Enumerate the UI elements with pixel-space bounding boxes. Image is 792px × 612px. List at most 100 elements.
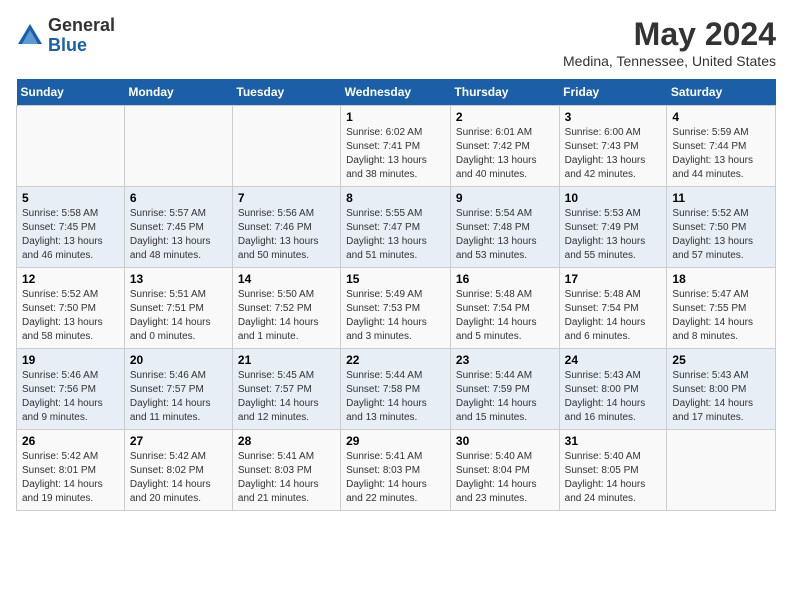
day-info: Sunrise: 5:46 AM Sunset: 7:56 PM Dayligh… <box>22 369 119 425</box>
logo-text: General Blue <box>48 16 115 56</box>
main-title: May 2024 <box>563 16 776 53</box>
calendar-cell <box>667 430 776 511</box>
day-number: 12 <box>22 272 119 286</box>
day-of-week-header: Monday <box>124 79 232 106</box>
calendar-cell: 5Sunrise: 5:58 AM Sunset: 7:45 PM Daylig… <box>17 187 125 268</box>
day-info: Sunrise: 6:02 AM Sunset: 7:41 PM Dayligh… <box>346 126 445 182</box>
day-number: 26 <box>22 434 119 448</box>
day-info: Sunrise: 5:53 AM Sunset: 7:49 PM Dayligh… <box>565 207 662 263</box>
day-number: 27 <box>130 434 227 448</box>
calendar-cell: 2 Sunrise: 6:01 AM Sunset: 7:42 PM Daylig… <box>450 106 559 187</box>
day-number: 17 <box>565 272 662 286</box>
day-number: 8 <box>346 191 445 205</box>
calendar-cell: 9 Sunrise: 5:54 AM Sunset: 7:48 PM Daylig… <box>450 187 559 268</box>
day-number: 1 <box>346 110 445 124</box>
day-info: Sunrise: 5:57 AM Sunset: 7:45 PM Dayligh… <box>130 207 227 263</box>
day-info: Sunrise: 5:54 AM Sunset: 7:48 PM Dayligh… <box>456 207 554 263</box>
day-info: Sunrise: 5:55 AM Sunset: 7:47 PM Dayligh… <box>346 207 445 263</box>
calendar-cell: 8 Sunrise: 5:55 AM Sunset: 7:47 PM Daylig… <box>341 187 451 268</box>
calendar-cell <box>124 106 232 187</box>
calendar-cell: 14 Sunrise: 5:50 AM Sunset: 7:52 PM Dayli… <box>232 268 340 349</box>
day-number: 6 <box>130 191 227 205</box>
calendar-cell <box>17 106 125 187</box>
title-area: May 2024 Medina, Tennessee, United State… <box>563 16 776 69</box>
day-number: 3 <box>565 110 662 124</box>
day-of-week-header: Sunday <box>17 79 125 106</box>
day-info: Sunrise: 5:43 AM Sunset: 8:00 PM Dayligh… <box>672 369 770 425</box>
day-info: Sunrise: 5:52 AM Sunset: 7:50 PM Dayligh… <box>672 207 770 263</box>
calendar-week-row: 5Sunrise: 5:58 AM Sunset: 7:45 PM Daylig… <box>17 187 776 268</box>
day-number: 11 <box>672 191 770 205</box>
calendar-cell: 24 Sunrise: 5:43 AM Sunset: 8:00 PM Dayli… <box>559 349 667 430</box>
day-info: Sunrise: 5:44 AM Sunset: 7:59 PM Dayligh… <box>456 369 554 425</box>
calendar-cell: 30 Sunrise: 5:40 AM Sunset: 8:04 PM Dayli… <box>450 430 559 511</box>
day-number: 31 <box>565 434 662 448</box>
day-number: 23 <box>456 353 554 367</box>
day-info: Sunrise: 5:43 AM Sunset: 8:00 PM Dayligh… <box>565 369 662 425</box>
day-number: 10 <box>565 191 662 205</box>
calendar-table: SundayMondayTuesdayWednesdayThursdayFrid… <box>16 79 776 511</box>
calendar-cell: 11 Sunrise: 5:52 AM Sunset: 7:50 PM Dayli… <box>667 187 776 268</box>
day-number: 2 <box>456 110 554 124</box>
calendar-week-row: 12Sunrise: 5:52 AM Sunset: 7:50 PM Dayli… <box>17 268 776 349</box>
calendar-week-row: 1 Sunrise: 6:02 AM Sunset: 7:41 PM Daylig… <box>17 106 776 187</box>
calendar-cell: 6 Sunrise: 5:57 AM Sunset: 7:45 PM Daylig… <box>124 187 232 268</box>
day-info: Sunrise: 5:41 AM Sunset: 8:03 PM Dayligh… <box>238 450 335 506</box>
day-number: 5 <box>22 191 119 205</box>
calendar-cell: 26 Sunrise: 5:42 AM Sunset: 8:01 PM Dayli… <box>17 430 125 511</box>
day-number: 21 <box>238 353 335 367</box>
calendar-cell: 1 Sunrise: 6:02 AM Sunset: 7:41 PM Daylig… <box>341 106 451 187</box>
day-number: 20 <box>130 353 227 367</box>
day-info: Sunrise: 5:59 AM Sunset: 7:44 PM Dayligh… <box>672 126 770 182</box>
calendar-cell: 10 Sunrise: 5:53 AM Sunset: 7:49 PM Dayli… <box>559 187 667 268</box>
day-info: Sunrise: 5:42 AM Sunset: 8:01 PM Dayligh… <box>22 450 119 506</box>
day-info: Sunrise: 6:00 AM Sunset: 7:43 PM Dayligh… <box>565 126 662 182</box>
day-info: Sunrise: 5:50 AM Sunset: 7:52 PM Dayligh… <box>238 288 335 344</box>
calendar-cell <box>232 106 340 187</box>
day-number: 15 <box>346 272 445 286</box>
day-number: 18 <box>672 272 770 286</box>
calendar-cell: 25Sunrise: 5:43 AM Sunset: 8:00 PM Dayli… <box>667 349 776 430</box>
day-info: Sunrise: 5:40 AM Sunset: 8:04 PM Dayligh… <box>456 450 554 506</box>
calendar-cell: 13Sunrise: 5:51 AM Sunset: 7:51 PM Dayli… <box>124 268 232 349</box>
day-info: Sunrise: 5:42 AM Sunset: 8:02 PM Dayligh… <box>130 450 227 506</box>
day-of-week-header: Saturday <box>667 79 776 106</box>
day-info: Sunrise: 5:45 AM Sunset: 7:57 PM Dayligh… <box>238 369 335 425</box>
day-info: Sunrise: 5:46 AM Sunset: 7:57 PM Dayligh… <box>130 369 227 425</box>
calendar-cell: 4Sunrise: 5:59 AM Sunset: 7:44 PM Daylig… <box>667 106 776 187</box>
day-number: 19 <box>22 353 119 367</box>
day-info: Sunrise: 5:47 AM Sunset: 7:55 PM Dayligh… <box>672 288 770 344</box>
day-of-week-header: Thursday <box>450 79 559 106</box>
calendar-cell: 12Sunrise: 5:52 AM Sunset: 7:50 PM Dayli… <box>17 268 125 349</box>
day-info: Sunrise: 5:40 AM Sunset: 8:05 PM Dayligh… <box>565 450 662 506</box>
day-of-week-header: Friday <box>559 79 667 106</box>
day-number: 29 <box>346 434 445 448</box>
day-info: Sunrise: 6:01 AM Sunset: 7:42 PM Dayligh… <box>456 126 554 182</box>
calendar-cell: 22 Sunrise: 5:44 AM Sunset: 7:58 PM Dayli… <box>341 349 451 430</box>
day-info: Sunrise: 5:41 AM Sunset: 8:03 PM Dayligh… <box>346 450 445 506</box>
header: General Blue May 2024 Medina, Tennessee,… <box>16 16 776 69</box>
day-number: 9 <box>456 191 554 205</box>
day-number: 28 <box>238 434 335 448</box>
logo-icon <box>16 22 44 50</box>
day-info: Sunrise: 5:44 AM Sunset: 7:58 PM Dayligh… <box>346 369 445 425</box>
calendar-week-row: 26 Sunrise: 5:42 AM Sunset: 8:01 PM Dayli… <box>17 430 776 511</box>
calendar-cell: 17Sunrise: 5:48 AM Sunset: 7:54 PM Dayli… <box>559 268 667 349</box>
day-number: 30 <box>456 434 554 448</box>
day-number: 22 <box>346 353 445 367</box>
day-number: 24 <box>565 353 662 367</box>
calendar-cell: 29 Sunrise: 5:41 AM Sunset: 8:03 PM Dayli… <box>341 430 451 511</box>
day-of-week-header: Tuesday <box>232 79 340 106</box>
day-info: Sunrise: 5:56 AM Sunset: 7:46 PM Dayligh… <box>238 207 335 263</box>
calendar-cell: 27 Sunrise: 5:42 AM Sunset: 8:02 PM Dayli… <box>124 430 232 511</box>
calendar-cell: 15 Sunrise: 5:49 AM Sunset: 7:53 PM Dayli… <box>341 268 451 349</box>
day-number: 13 <box>130 272 227 286</box>
day-info: Sunrise: 5:49 AM Sunset: 7:53 PM Dayligh… <box>346 288 445 344</box>
calendar-cell: 16Sunrise: 5:48 AM Sunset: 7:54 PM Dayli… <box>450 268 559 349</box>
day-number: 14 <box>238 272 335 286</box>
calendar-cell: 19 Sunrise: 5:46 AM Sunset: 7:56 PM Dayli… <box>17 349 125 430</box>
calendar-cell: 7Sunrise: 5:56 AM Sunset: 7:46 PM Daylig… <box>232 187 340 268</box>
day-number: 16 <box>456 272 554 286</box>
calendar-header-row: SundayMondayTuesdayWednesdayThursdayFrid… <box>17 79 776 106</box>
calendar-cell: 21 Sunrise: 5:45 AM Sunset: 7:57 PM Dayli… <box>232 349 340 430</box>
